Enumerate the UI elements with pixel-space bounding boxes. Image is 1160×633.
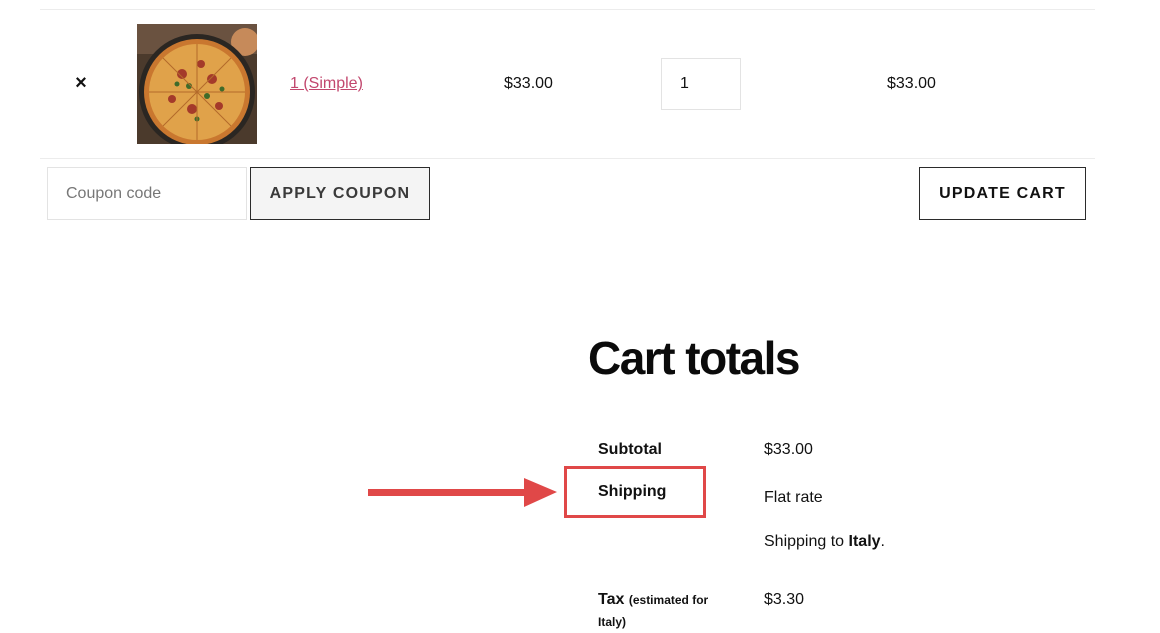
cart-table-top-border <box>40 9 1095 10</box>
shipping-country: Italy <box>848 533 881 550</box>
coupon-code-input[interactable] <box>47 167 247 220</box>
arrow-right-icon <box>368 478 557 507</box>
product-thumbnail[interactable] <box>137 24 257 144</box>
shipping-method: Flat rate <box>764 489 823 506</box>
shipping-to-suffix: . <box>880 533 885 550</box>
tax-label: Tax (estimated for <box>598 590 708 610</box>
product-subtotal: $33.00 <box>887 75 936 92</box>
product-name-link[interactable]: 1 (Simple) <box>290 74 363 94</box>
product-price: $33.00 <box>504 75 553 92</box>
apply-coupon-button[interactable]: APPLY COUPON <box>250 167 430 220</box>
tax-note-line2: Italy) <box>598 615 627 629</box>
tax-value: $3.30 <box>764 591 805 608</box>
subtotal-label: Subtotal <box>598 441 662 458</box>
shipping-to-prefix: Shipping to <box>764 533 849 550</box>
cart-totals-title: Cart totals <box>588 332 800 384</box>
update-cart-button[interactable]: UPDATE CART <box>919 167 1086 220</box>
tax-label-text: Tax <box>598 591 625 608</box>
shipping-highlight-box <box>564 466 706 518</box>
pizza-image <box>137 24 257 144</box>
quantity-input[interactable] <box>661 58 741 110</box>
remove-item-icon[interactable]: × <box>73 72 89 94</box>
cart-table-bottom-border <box>40 158 1095 159</box>
subtotal-value: $33.00 <box>764 441 813 458</box>
shipping-destination: Shipping to Italy. <box>764 532 885 552</box>
tax-note-line1: (estimated for <box>628 593 709 607</box>
